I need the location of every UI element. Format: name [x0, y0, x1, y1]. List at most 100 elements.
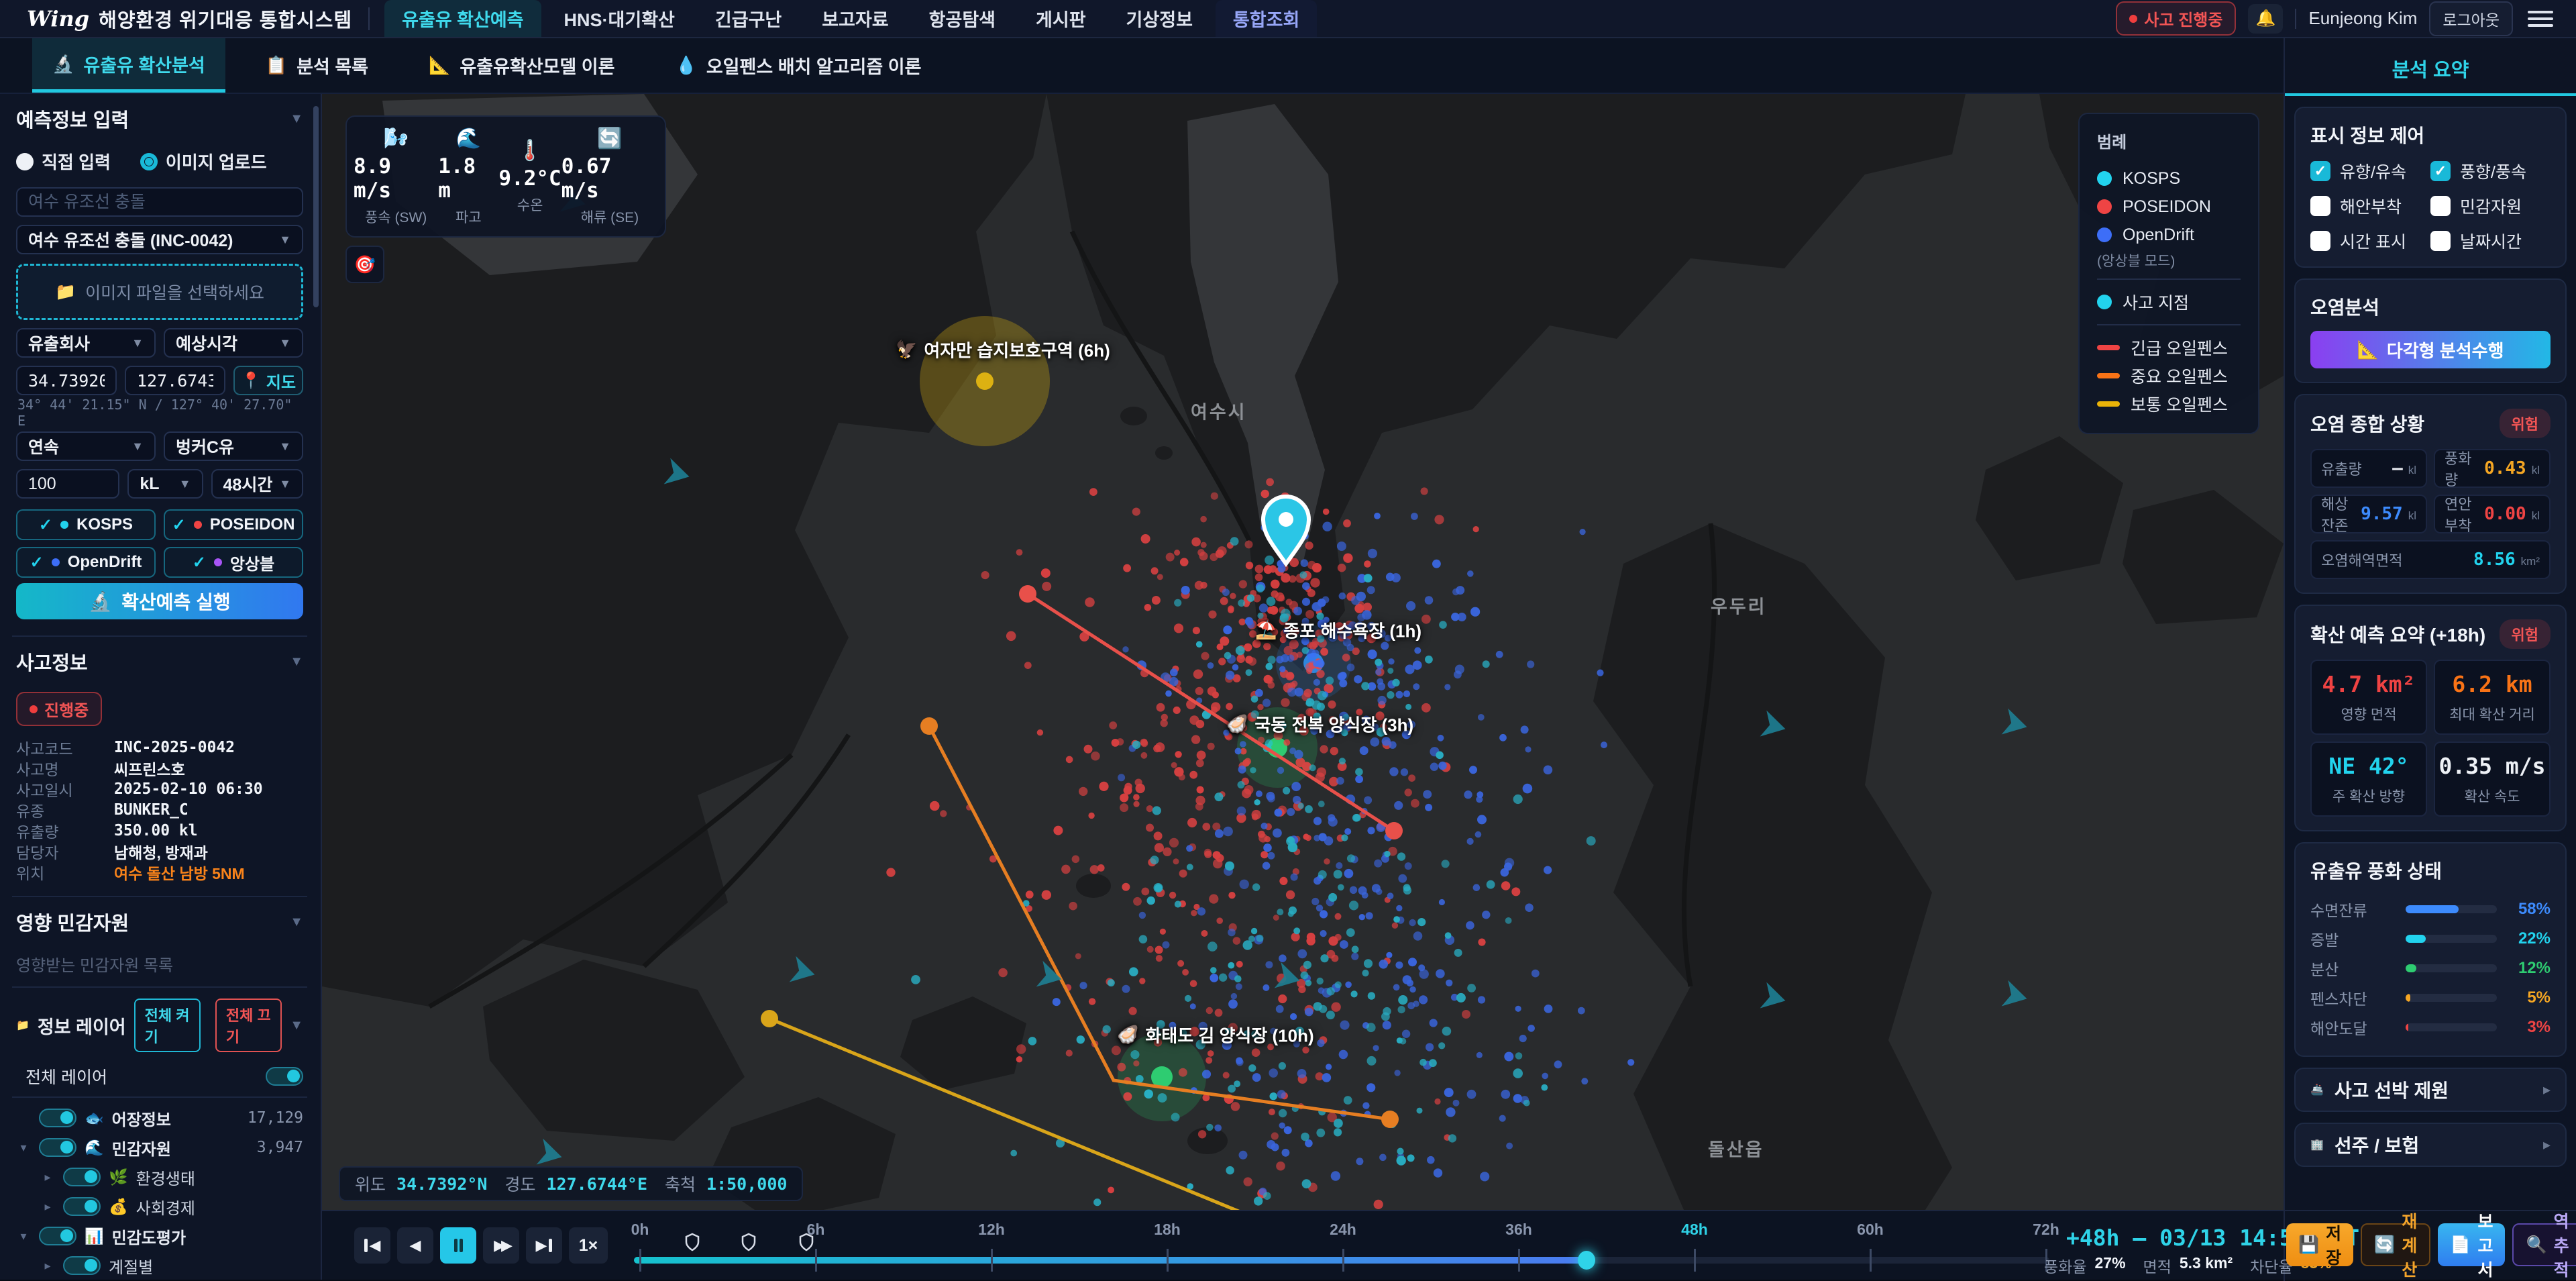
radio-on-icon	[140, 153, 158, 170]
model-dot-icon	[2097, 171, 2112, 186]
polygon-analysis-button[interactable]: 📐 다각형 분석수행	[2310, 331, 2551, 368]
recenter-target-button[interactable]: 🎯	[345, 246, 384, 283]
hamburger-menu-button[interactable]	[2525, 8, 2556, 30]
action-button-저장[interactable]: 💾저장	[2286, 1223, 2353, 1266]
playback-speed-button[interactable]: 1×	[569, 1227, 608, 1264]
model-chip-앙상블[interactable]: ✓앙상블	[164, 547, 303, 578]
map-status-bar: 위도 34.7392°N 경도 127.6744°E 축척 1:50,000	[339, 1166, 803, 1201]
nav-tab-유출유 확산예측[interactable]: 유출유 확산예측	[384, 0, 541, 37]
run-prediction-button[interactable]: 🔬 확산예측 실행	[16, 583, 303, 619]
layer-toggle-민감자원[interactable]	[39, 1138, 76, 1157]
oil-type-select[interactable]: 벙커C유 ▼	[164, 431, 303, 461]
incident-name-input[interactable]	[16, 187, 303, 217]
weathering-card: 유출유 풍화 상태 수면잔류58%증발22%분산12%펜스차단5%해안도달3%	[2294, 842, 2567, 1057]
incident-section-header[interactable]: 사고정보 ▼	[16, 648, 303, 676]
slider-thumb[interactable]	[1578, 1251, 1595, 1270]
model-chip-POSEIDON[interactable]: ✓POSEIDON	[164, 509, 303, 540]
slider-track[interactable]	[634, 1257, 2049, 1264]
nav-tab-항공탐색[interactable]: 항공탐색	[912, 0, 1013, 37]
skip-to-start-button[interactable]: ◀	[354, 1227, 390, 1264]
radio-direct-input[interactable]: 직접 입력	[16, 149, 111, 174]
company-select[interactable]: 유출회사 ▼	[16, 328, 156, 358]
step-back-button[interactable]: ◀	[397, 1227, 433, 1264]
layer-list: 🐟어장정보17,129▾🌊민감자원3,947▸🌿환경생태▸💰사회경제▾📊민감도평…	[16, 1103, 303, 1280]
chevron-right-icon: ▸	[2543, 1136, 2551, 1154]
radio-image-upload[interactable]: 이미지 업로드	[140, 149, 267, 174]
model-dot-icon	[60, 521, 68, 529]
nav-tab-긴급구난[interactable]: 긴급구난	[698, 0, 799, 37]
sub-tab-유출유확산모델 이론[interactable]: 📐유출유확산모델 이론	[409, 38, 635, 93]
model-dot-icon	[2097, 199, 2112, 214]
longitude-input[interactable]	[125, 366, 225, 395]
pick-on-map-button[interactable]: 📍 지도	[233, 366, 303, 395]
map-legend: 범례 KOSPSPOSEIDONOpenDrift (앙상블 모드) 사고 지점…	[2078, 113, 2259, 434]
layer-toggle-사회경제[interactable]	[63, 1197, 101, 1216]
expander-icon[interactable]: ▸	[40, 1170, 55, 1184]
amount-input[interactable]	[16, 469, 119, 499]
legend-fence-중요 오일펜스: 중요 오일펜스	[2097, 362, 2241, 390]
checkbox-날짜시간[interactable]: 날짜시간	[2430, 229, 2551, 253]
all-layers-off-button[interactable]: 전체 끄기	[215, 998, 282, 1052]
expander-icon[interactable]: ▸	[40, 1200, 55, 1214]
latitude-input[interactable]	[16, 366, 117, 395]
summary-tab[interactable]: 분석 요약	[2285, 38, 2576, 96]
owner-insurance-card[interactable]: 🏢 선주 / 보험 ▸	[2294, 1123, 2567, 1167]
sub-tab-분석 목록[interactable]: 📋분석 목록	[246, 38, 388, 93]
notifications-button[interactable]: 🔔	[2248, 4, 2283, 34]
checkbox-유향/유속[interactable]: ✓유향/유속	[2310, 159, 2430, 183]
logout-button[interactable]: 로그아웃	[2429, 1, 2513, 36]
layer-toggle-어장정보[interactable]	[39, 1109, 76, 1127]
model-dot-icon	[2097, 227, 2112, 242]
sidebar-scrollbar[interactable]	[313, 106, 319, 307]
pause-button[interactable]	[440, 1227, 476, 1264]
target-icon: 🎯	[354, 254, 376, 275]
nav-tab-보고자료[interactable]: 보고자료	[804, 0, 906, 37]
checkbox-풍향/풍속[interactable]: ✓풍향/풍속	[2430, 159, 2551, 183]
nav-tab-HNS·대기확산[interactable]: HNS·대기확산	[547, 0, 692, 37]
chevron-down-icon: ▼	[131, 440, 144, 454]
expander-icon[interactable]: ▸	[40, 1259, 55, 1273]
action-button-역추적[interactable]: 🔍역추적	[2512, 1223, 2576, 1266]
nav-tab-통합조회[interactable]: 통합조회	[1216, 0, 1317, 37]
timeline-label-0h: 0h	[631, 1221, 649, 1239]
nav-tab-기상정보[interactable]: 기상정보	[1109, 0, 1210, 37]
vessel-spec-card[interactable]: 🚢 사고 선박 제원 ▸	[2294, 1068, 2567, 1112]
bar-track	[2406, 964, 2497, 972]
sub-tab-오일펜스 배치 알고리즘 이론[interactable]: 💧오일펜스 배치 알고리즘 이론	[655, 38, 941, 93]
image-dropzone[interactable]: 📁 이미지 파일을 선택하세요	[16, 264, 303, 320]
incident-select[interactable]: 여수 유조선 충돌 (INC-0042) ▼	[16, 225, 303, 254]
expander-icon[interactable]: ▾	[16, 1229, 31, 1243]
expander-icon[interactable]: ▾	[16, 1141, 31, 1155]
spill-mode-select[interactable]: 연속 ▼	[16, 431, 156, 461]
sensitive-title: 영향 민감자원	[16, 908, 129, 936]
master-layer-toggle[interactable]	[266, 1067, 303, 1086]
layer-toggle-계절별[interactable]	[63, 1256, 101, 1275]
checkbox-시간 표시[interactable]: 시간 표시	[2310, 229, 2430, 253]
all-layers-on-button[interactable]: 전체 켜기	[134, 998, 201, 1052]
model-dot-icon	[52, 558, 60, 566]
layer-toggle-민감도평가[interactable]	[39, 1227, 76, 1245]
checkbox-민감자원[interactable]: 민감자원	[2430, 194, 2551, 218]
fast-forward-button[interactable]: ▶▶	[483, 1227, 519, 1264]
action-button-보고서[interactable]: 📄보고서	[2438, 1223, 2505, 1266]
prediction-section-header[interactable]: 예측정보 입력 ▼	[16, 105, 303, 133]
map-canvas[interactable]: 🦅여자만 습지보호구역 (6h)여수시⛱️종포 해수욕장 (1h)🦪국동 전복 …	[322, 94, 2284, 1210]
action-button-재계산[interactable]: 🔄재계산	[2361, 1223, 2430, 1266]
sensitive-section-header[interactable]: 영향 민감자원 ▼	[16, 908, 303, 936]
checkbox-해안부착[interactable]: 해안부착	[2310, 194, 2430, 218]
layer-toggle-환경생태[interactable]	[63, 1168, 101, 1186]
chevron-down-icon: ▼	[179, 477, 191, 491]
model-chip-KOSPS[interactable]: ✓KOSPS	[16, 509, 156, 540]
time-slider[interactable]: 0h6h12h18h24h36h48h60h72h	[634, 1211, 2063, 1281]
expected-time-select[interactable]: 예상시각 ▼	[164, 328, 303, 358]
collapse-icon: ▼	[290, 111, 303, 127]
duration-select[interactable]: 48시간 ▼	[211, 469, 303, 499]
sub-tab-유출유 확산분석[interactable]: 🔬유출유 확산분석	[32, 38, 225, 93]
action-buttons: 💾저장🔄재계산📄보고서🔍역추적	[2286, 1223, 2576, 1266]
skip-to-end-button[interactable]: ▶	[526, 1227, 562, 1264]
unit-select[interactable]: kL ▼	[127, 469, 203, 499]
nav-tab-게시판[interactable]: 게시판	[1018, 0, 1104, 37]
checkbox-icon	[2430, 231, 2451, 251]
어장정보-icon: 🐟	[85, 1109, 104, 1127]
model-chip-OpenDrift[interactable]: ✓OpenDrift	[16, 547, 156, 578]
